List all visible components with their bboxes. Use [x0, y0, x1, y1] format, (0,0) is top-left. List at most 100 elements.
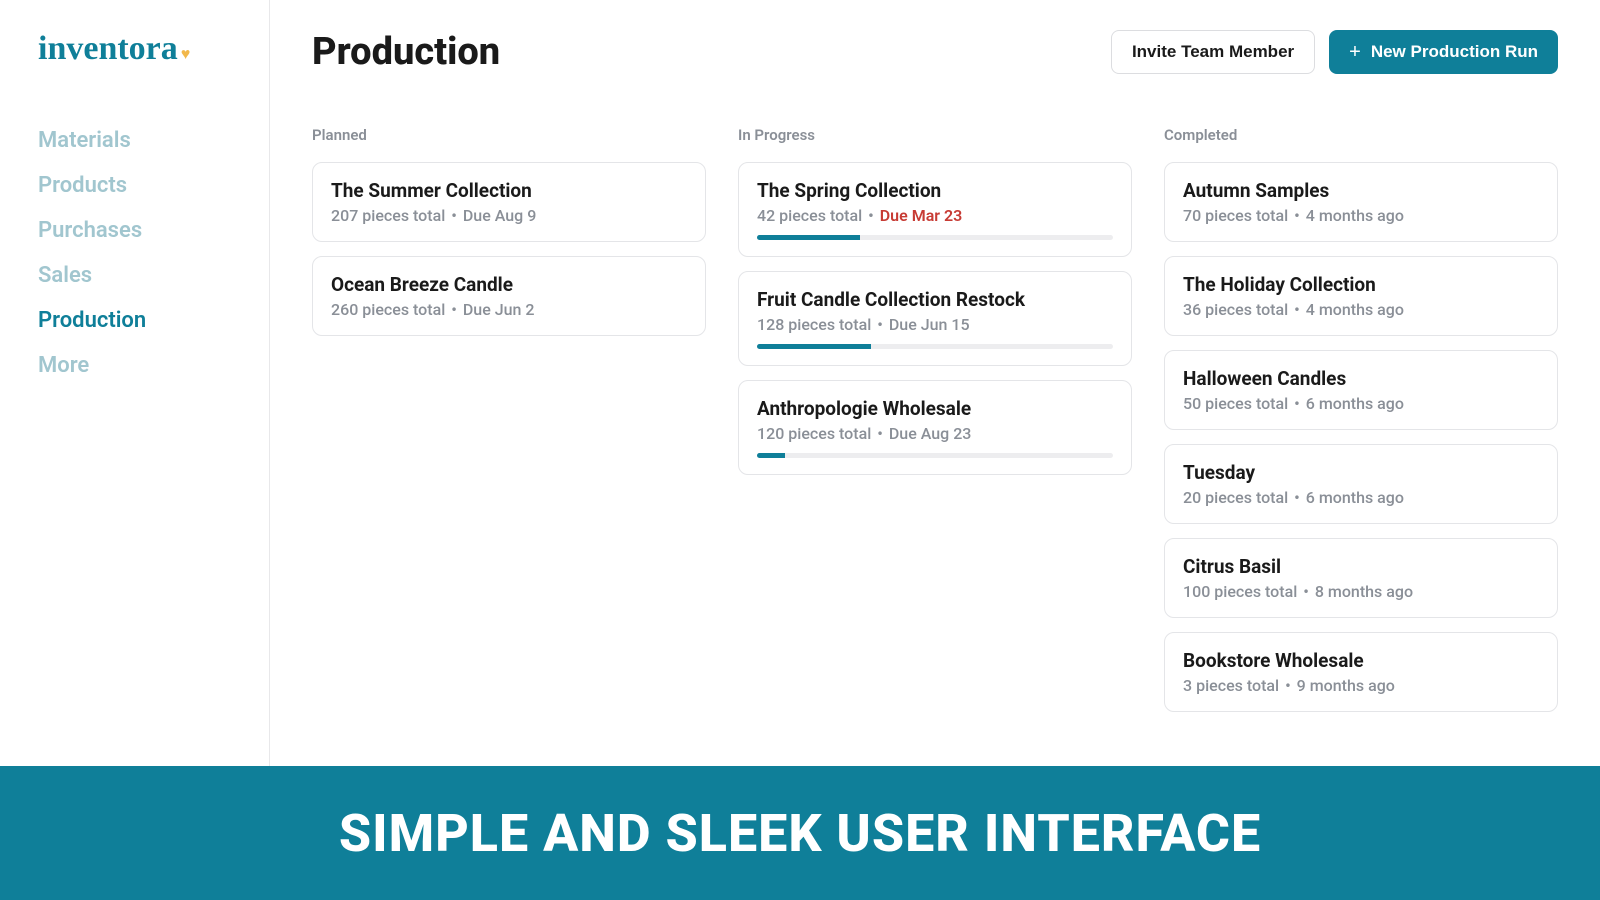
- card-subtitle: 207 pieces total • Due Aug 9: [331, 206, 687, 225]
- progress-fill: [757, 453, 785, 458]
- production-card[interactable]: Halloween Candles 50 pieces total • 6 mon…: [1164, 350, 1558, 430]
- main: Production Invite Team Member + New Prod…: [270, 0, 1600, 900]
- card-title: Tuesday: [1183, 461, 1539, 484]
- logo: inventora ♥: [38, 30, 231, 68]
- dot-separator: •: [445, 300, 463, 319]
- card-pieces: 36 pieces total: [1183, 300, 1288, 319]
- new-production-run-label: New Production Run: [1371, 42, 1538, 62]
- dot-separator: •: [1288, 206, 1306, 225]
- card-title: Fruit Candle Collection Restock: [757, 288, 1113, 311]
- sidebar-item-products[interactable]: Products: [38, 163, 231, 208]
- production-card[interactable]: Citrus Basil 100 pieces total • 8 months …: [1164, 538, 1558, 618]
- dot-separator: •: [445, 206, 463, 225]
- progress-bar: [757, 344, 1113, 349]
- card-title: The Spring Collection: [757, 179, 1113, 202]
- sidebar-item-purchases[interactable]: Purchases: [38, 208, 231, 253]
- columns: Planned The Summer Collection 207 pieces …: [312, 126, 1558, 726]
- card-title: Ocean Breeze Candle: [331, 273, 687, 296]
- promo-banner-text: SIMPLE AND SLEEK USER INTERFACE: [339, 803, 1261, 864]
- sidebar: inventora ♥ MaterialsProductsPurchasesSa…: [0, 0, 270, 900]
- card-title: Citrus Basil: [1183, 555, 1539, 578]
- column-heading-completed: Completed: [1164, 126, 1558, 144]
- production-card[interactable]: The Spring Collection 42 pieces total • D…: [738, 162, 1132, 257]
- sidebar-nav: MaterialsProductsPurchasesSalesProductio…: [38, 118, 231, 388]
- card-due: Due Aug 23: [889, 424, 972, 443]
- card-pieces: 3 pieces total: [1183, 676, 1279, 695]
- card-pieces: 100 pieces total: [1183, 582, 1297, 601]
- card-due: 6 months ago: [1306, 488, 1404, 507]
- progress-fill: [757, 235, 860, 240]
- column-heading-in-progress: In Progress: [738, 126, 1132, 144]
- dot-separator: •: [862, 206, 880, 225]
- progress-bar: [757, 235, 1113, 240]
- column-completed: Completed Autumn Samples 70 pieces total …: [1164, 126, 1558, 726]
- card-pieces: 128 pieces total: [757, 315, 871, 334]
- sidebar-item-more[interactable]: More: [38, 343, 231, 388]
- invite-team-button[interactable]: Invite Team Member: [1111, 30, 1315, 74]
- promo-banner: SIMPLE AND SLEEK USER INTERFACE: [0, 766, 1600, 900]
- card-subtitle: 36 pieces total • 4 months ago: [1183, 300, 1539, 319]
- card-pieces: 120 pieces total: [757, 424, 871, 443]
- card-due: 9 months ago: [1297, 676, 1395, 695]
- progress-bar: [757, 453, 1113, 458]
- card-subtitle: 128 pieces total • Due Jun 15: [757, 315, 1113, 334]
- column-planned: Planned The Summer Collection 207 pieces …: [312, 126, 706, 726]
- card-due: Due Mar 23: [880, 206, 963, 225]
- card-title: Bookstore Wholesale: [1183, 649, 1539, 672]
- dot-separator: •: [1279, 676, 1297, 695]
- progress-fill: [757, 344, 871, 349]
- invite-team-label: Invite Team Member: [1132, 42, 1294, 62]
- topbar: Production Invite Team Member + New Prod…: [312, 30, 1558, 74]
- column-heading-planned: Planned: [312, 126, 706, 144]
- logo-text: inventora: [38, 30, 178, 68]
- dot-separator: •: [1288, 488, 1306, 507]
- card-pieces: 70 pieces total: [1183, 206, 1288, 225]
- card-pieces: 50 pieces total: [1183, 394, 1288, 413]
- production-card[interactable]: The Summer Collection 207 pieces total • …: [312, 162, 706, 242]
- plus-icon: +: [1349, 42, 1361, 62]
- card-due: Due Aug 9: [463, 206, 536, 225]
- card-pieces: 20 pieces total: [1183, 488, 1288, 507]
- card-subtitle: 70 pieces total • 4 months ago: [1183, 206, 1539, 225]
- card-due: 6 months ago: [1306, 394, 1404, 413]
- dot-separator: •: [871, 424, 889, 443]
- production-card[interactable]: Ocean Breeze Candle 260 pieces total • Du…: [312, 256, 706, 336]
- card-due: 8 months ago: [1315, 582, 1413, 601]
- card-subtitle: 42 pieces total • Due Mar 23: [757, 206, 1113, 225]
- dot-separator: •: [1288, 300, 1306, 319]
- card-subtitle: 260 pieces total • Due Jun 2: [331, 300, 687, 319]
- card-pieces: 260 pieces total: [331, 300, 445, 319]
- card-due: Due Jun 15: [889, 315, 970, 334]
- column-in-progress: In Progress The Spring Collection 42 piec…: [738, 126, 1132, 726]
- card-subtitle: 20 pieces total • 6 months ago: [1183, 488, 1539, 507]
- sidebar-item-production[interactable]: Production: [38, 298, 231, 343]
- dot-separator: •: [871, 315, 889, 334]
- card-title: Anthropologie Wholesale: [757, 397, 1113, 420]
- card-pieces: 42 pieces total: [757, 206, 862, 225]
- card-title: Autumn Samples: [1183, 179, 1539, 202]
- card-due: 4 months ago: [1306, 206, 1404, 225]
- card-title: The Holiday Collection: [1183, 273, 1539, 296]
- sidebar-item-materials[interactable]: Materials: [38, 118, 231, 163]
- production-card[interactable]: Bookstore Wholesale 3 pieces total • 9 mo…: [1164, 632, 1558, 712]
- new-production-run-button[interactable]: + New Production Run: [1329, 30, 1558, 74]
- card-due: Due Jun 2: [463, 300, 535, 319]
- card-subtitle: 100 pieces total • 8 months ago: [1183, 582, 1539, 601]
- card-subtitle: 120 pieces total • Due Aug 23: [757, 424, 1113, 443]
- production-card[interactable]: Anthropologie Wholesale 120 pieces total …: [738, 380, 1132, 475]
- heart-icon: ♥: [181, 46, 191, 64]
- production-card[interactable]: Tuesday 20 pieces total • 6 months ago: [1164, 444, 1558, 524]
- card-title: The Summer Collection: [331, 179, 687, 202]
- dot-separator: •: [1288, 394, 1306, 413]
- production-card[interactable]: Autumn Samples 70 pieces total • 4 months…: [1164, 162, 1558, 242]
- production-card[interactable]: Fruit Candle Collection Restock 128 piece…: [738, 271, 1132, 366]
- sidebar-item-sales[interactable]: Sales: [38, 253, 231, 298]
- card-subtitle: 50 pieces total • 6 months ago: [1183, 394, 1539, 413]
- card-due: 4 months ago: [1306, 300, 1404, 319]
- dot-separator: •: [1297, 582, 1315, 601]
- card-pieces: 207 pieces total: [331, 206, 445, 225]
- production-card[interactable]: The Holiday Collection 36 pieces total • …: [1164, 256, 1558, 336]
- card-subtitle: 3 pieces total • 9 months ago: [1183, 676, 1539, 695]
- card-title: Halloween Candles: [1183, 367, 1539, 390]
- page-title: Production: [312, 30, 1111, 74]
